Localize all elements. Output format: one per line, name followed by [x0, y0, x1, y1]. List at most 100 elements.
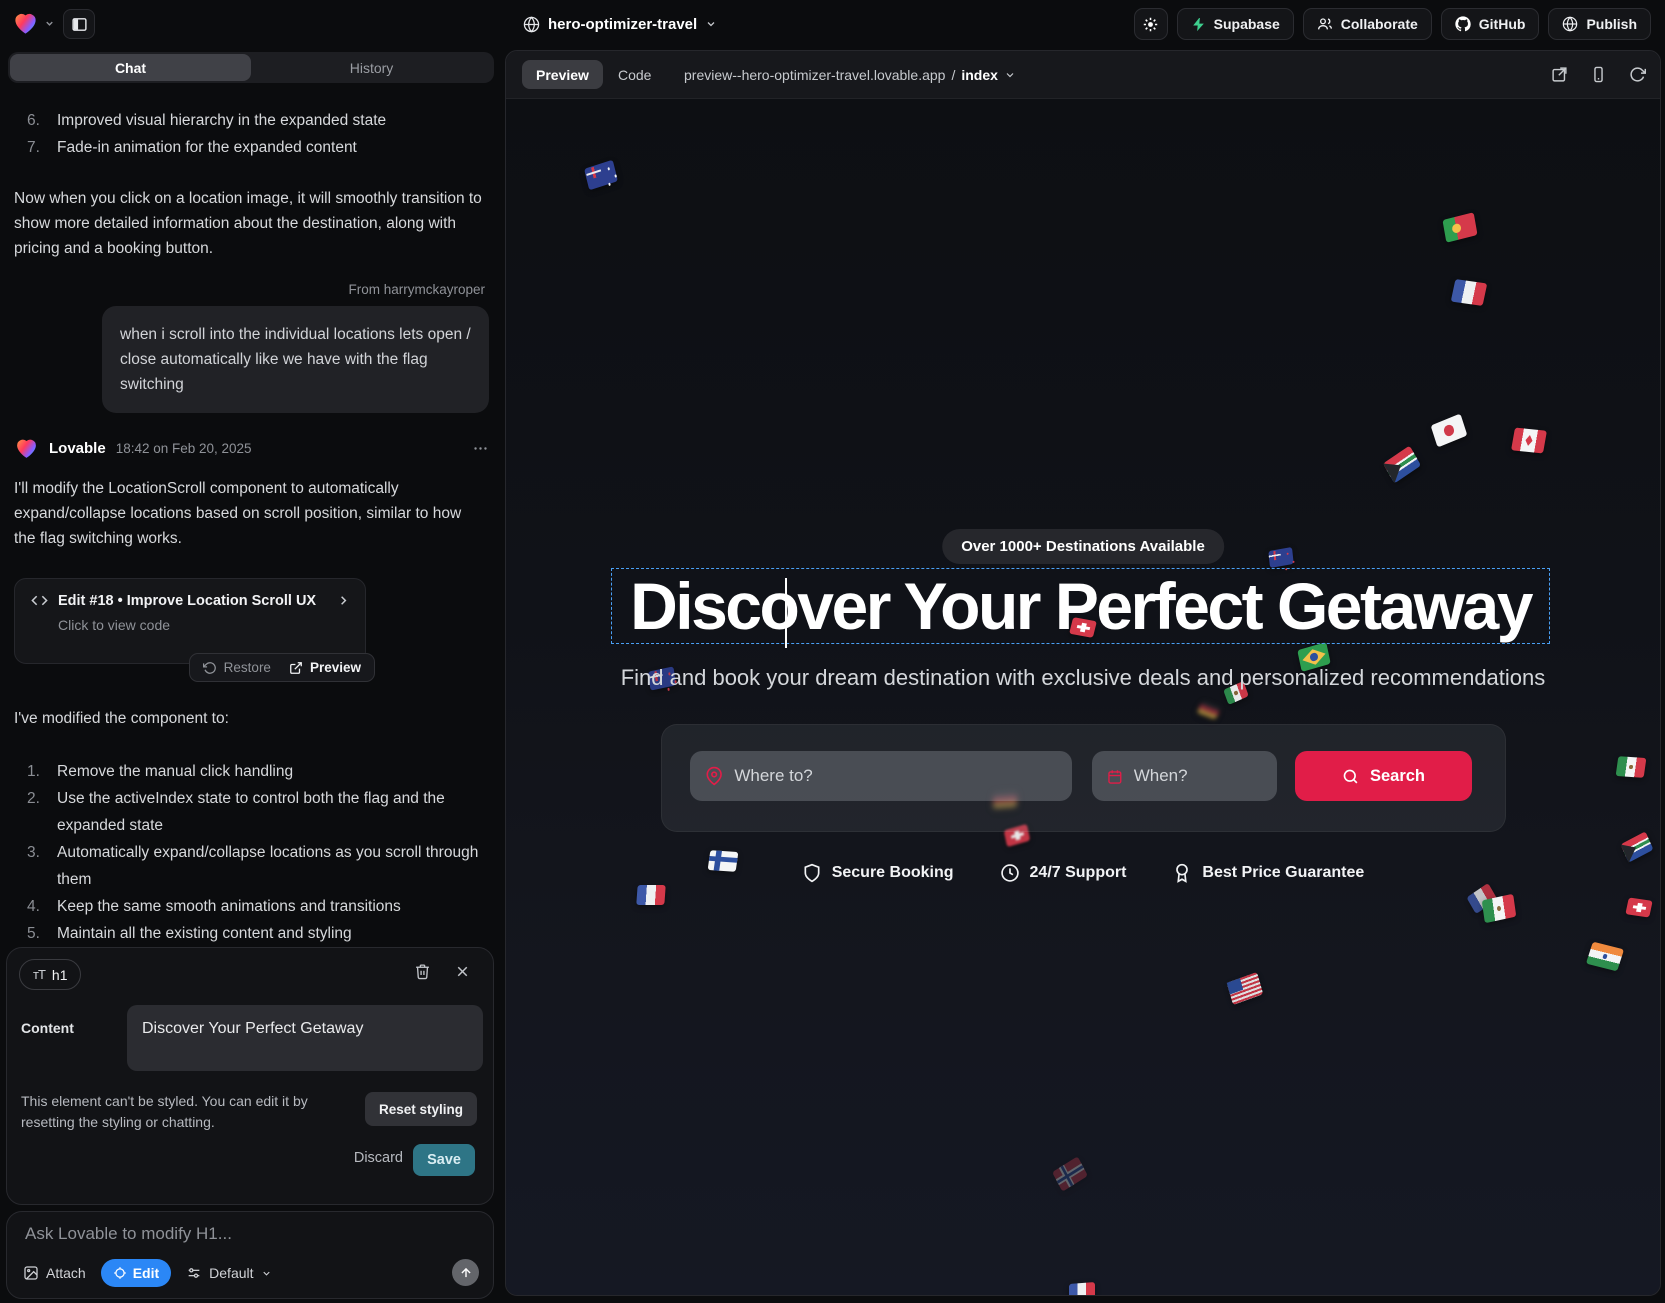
element-tag-label: h1: [52, 967, 68, 983]
preview-label: Preview: [310, 660, 361, 675]
preview-url[interactable]: preview--hero-optimizer-travel.lovable.a…: [684, 67, 1016, 83]
default-label: Default: [209, 1265, 253, 1281]
restore-icon: [203, 661, 217, 675]
sliders-icon: [186, 1265, 202, 1281]
restore-label: Restore: [224, 660, 271, 675]
edit-card-wrapper: Edit #18 • Improve Location Scroll UX Cl…: [14, 578, 366, 664]
delete-element-button[interactable]: [414, 963, 431, 980]
tab-preview[interactable]: Preview: [522, 60, 603, 89]
url-host: preview--hero-optimizer-travel.lovable.a…: [684, 67, 945, 83]
list-item: 3.Automatically expand/collapse location…: [14, 839, 489, 893]
assistant-name: Lovable: [49, 440, 106, 457]
feature-label: Secure Booking: [832, 864, 954, 882]
content-label: Content: [21, 1020, 74, 1036]
feature-item: Secure Booking: [802, 863, 954, 883]
chevron-right-icon: [336, 593, 351, 608]
feature-label: Best Price Guarantee: [1202, 864, 1364, 882]
code-icon: [31, 592, 48, 609]
edit-card-title: Edit #18 • Improve Location Scroll UX: [58, 593, 326, 609]
lovable-logo-group[interactable]: [12, 10, 55, 37]
open-external-button[interactable]: [1551, 66, 1568, 83]
assistant-list-b: 1.Remove the manual click handling2.Use …: [14, 758, 489, 947]
tab-code[interactable]: Code: [618, 67, 651, 83]
hero-subtitle: Find and book your dream destination wit…: [506, 665, 1660, 691]
lovable-app: hero-optimizer-travel Supabase Collabora…: [0, 0, 1665, 1303]
when-field[interactable]: [1092, 751, 1277, 801]
preview-button[interactable]: Preview: [289, 660, 361, 675]
chevron-down-icon: [44, 18, 55, 29]
panel-toggle-icon: [71, 16, 88, 33]
edit-version-card[interactable]: Edit #18 • Improve Location Scroll UX Cl…: [14, 578, 366, 664]
send-button[interactable]: [452, 1259, 479, 1286]
mobile-view-button[interactable]: [1590, 66, 1607, 83]
crosshair-icon: [113, 1266, 127, 1280]
lovable-heart-icon: [14, 436, 39, 461]
tab-history[interactable]: History: [251, 54, 492, 81]
list-item: 1.Remove the manual click handling: [14, 758, 489, 785]
type-icon: тT: [33, 967, 45, 982]
publish-globe-icon: [1562, 16, 1578, 32]
search-button[interactable]: Search: [1295, 751, 1472, 801]
sidebar-toggle-button[interactable]: [63, 9, 95, 39]
publish-label: Publish: [1586, 16, 1637, 32]
message-menu-button[interactable]: [472, 440, 489, 457]
top-actions: Supabase Collaborate GitHub Publish: [1134, 8, 1651, 40]
reset-styling-button[interactable]: Reset styling: [365, 1092, 477, 1126]
clock-icon: [1000, 863, 1020, 883]
feature-item: Best Price Guarantee: [1172, 863, 1364, 883]
attach-image-icon: [23, 1265, 39, 1281]
github-button[interactable]: GitHub: [1441, 8, 1540, 40]
preview-header-icons: [1551, 66, 1646, 83]
search-icon: [1342, 768, 1359, 785]
search-label: Search: [1370, 767, 1425, 786]
edit-mode-button[interactable]: Edit: [101, 1259, 171, 1287]
preview-header: Preview Code preview--hero-optimizer-tra…: [506, 51, 1660, 99]
globe-icon: [523, 16, 540, 33]
gear-icon: [1142, 16, 1159, 33]
feature-list: Secure Booking 24/7 Support Best Price Gua…: [506, 863, 1660, 883]
settings-button[interactable]: [1134, 8, 1168, 40]
arrow-up-icon: [459, 1266, 473, 1280]
discard-button[interactable]: Discard: [354, 1150, 403, 1166]
collaborate-button[interactable]: Collaborate: [1303, 8, 1432, 40]
close-editor-button[interactable]: [454, 963, 471, 980]
model-default-selector[interactable]: Default: [186, 1265, 271, 1281]
ellipsis-icon: [472, 440, 489, 457]
refresh-button[interactable]: [1629, 66, 1646, 83]
where-to-input[interactable]: [734, 766, 1057, 786]
attach-button[interactable]: Attach: [23, 1265, 86, 1281]
element-editor-panel: тT h1 Content Discover Your Perfect Geta…: [6, 947, 494, 1205]
where-to-field[interactable]: [690, 751, 1072, 801]
list-item: 6.Improved visual hierarchy in the expan…: [14, 107, 489, 134]
mobile-icon: [1590, 66, 1607, 83]
edit-card-subtitle: Click to view code: [58, 617, 351, 633]
save-button[interactable]: Save: [413, 1144, 475, 1176]
publish-button[interactable]: Publish: [1548, 8, 1651, 40]
chat-input[interactable]: [25, 1224, 465, 1244]
tab-chat[interactable]: Chat: [10, 54, 251, 81]
award-icon: [1172, 863, 1192, 883]
text-caret: [785, 578, 787, 648]
element-tag-chip[interactable]: тT h1: [19, 959, 81, 990]
restore-button[interactable]: Restore: [203, 660, 271, 675]
feature-label: 24/7 Support: [1030, 864, 1127, 882]
content-textarea[interactable]: Discover Your Perfect Getaway: [127, 1005, 483, 1071]
edit-mode-label: Edit: [133, 1265, 159, 1281]
project-switcher[interactable]: hero-optimizer-travel: [523, 0, 717, 48]
hero-title[interactable]: Discover Your Perfect Getaway: [630, 573, 1531, 639]
supabase-button[interactable]: Supabase: [1177, 8, 1294, 40]
search-panel: Search: [661, 724, 1506, 832]
list-item: 5.Maintain all the existing content and …: [14, 920, 489, 947]
composer-actions: Attach Edit Default: [23, 1259, 272, 1287]
lovable-heart-icon: [12, 10, 39, 37]
attach-label: Attach: [46, 1265, 86, 1281]
top-bar: hero-optimizer-travel Supabase Collabora…: [0, 0, 1665, 48]
travel-hero-section: Over 1000+ Destinations Available Discov…: [506, 99, 1660, 1295]
trash-icon: [414, 963, 431, 980]
message-timestamp: 18:42 on Feb 20, 2025: [116, 441, 252, 456]
shield-icon: [802, 863, 822, 883]
github-label: GitHub: [1479, 16, 1526, 32]
when-input[interactable]: [1134, 766, 1262, 786]
hero-content: Over 1000+ Destinations Available Discov…: [506, 99, 1660, 1295]
assistant-message-header: Lovable 18:42 on Feb 20, 2025: [14, 436, 489, 461]
